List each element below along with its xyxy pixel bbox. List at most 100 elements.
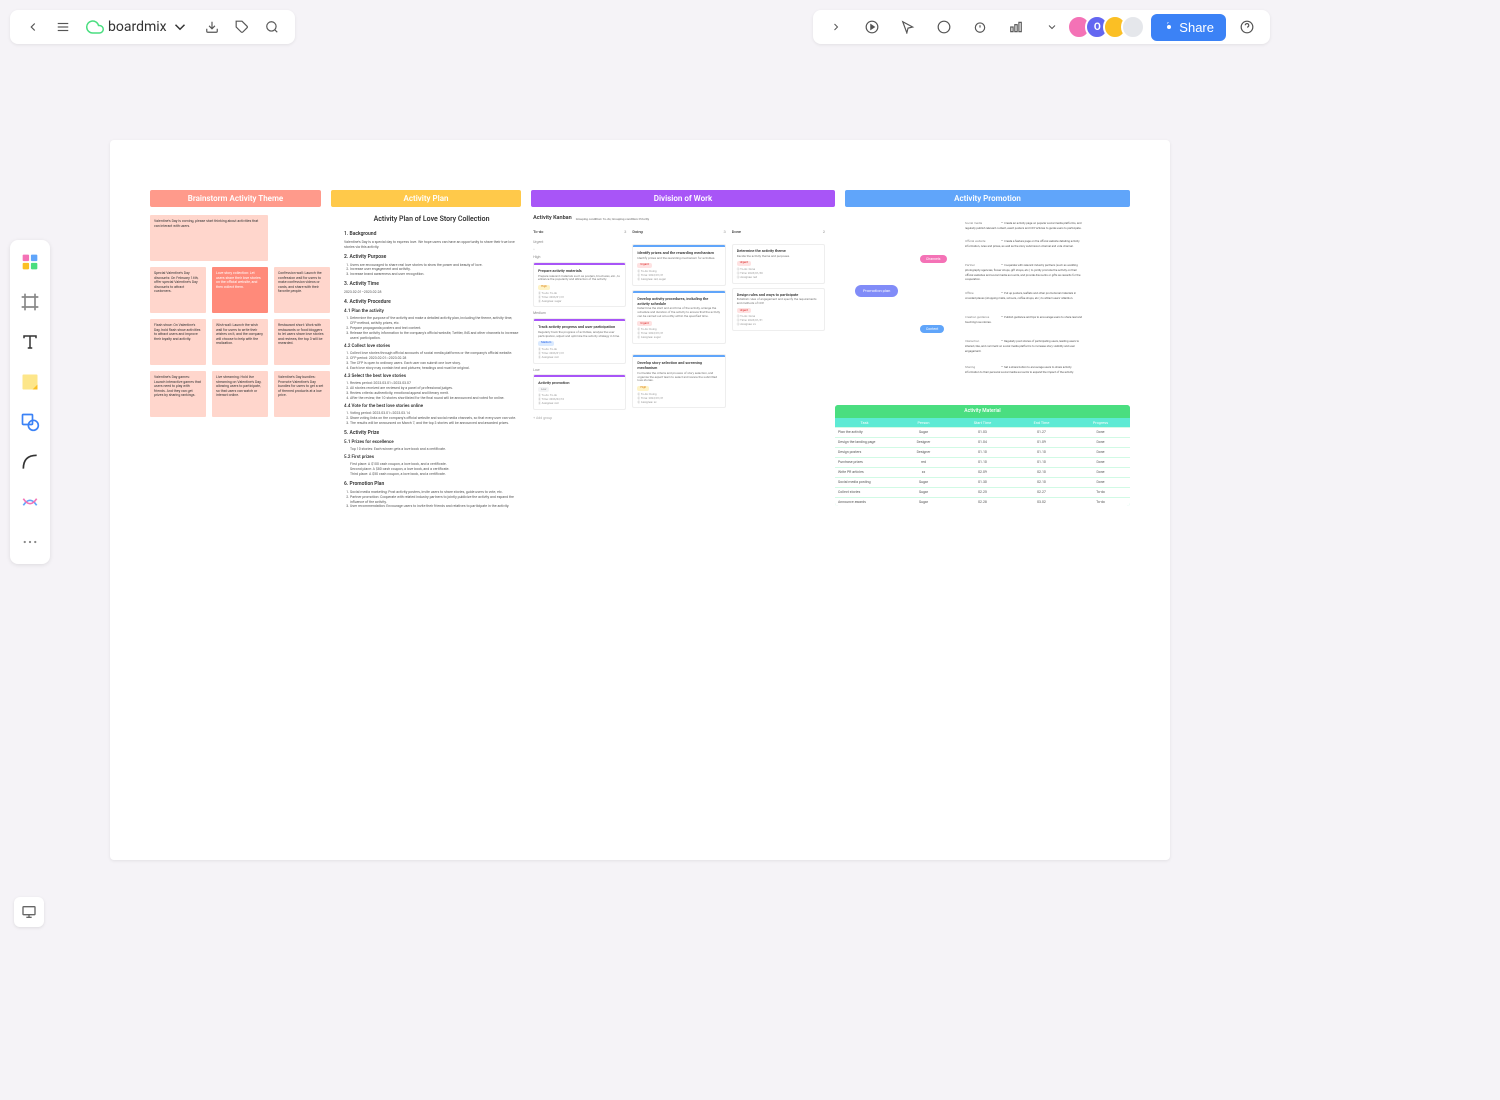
- kanban-card[interactable]: Track activity progress and user partici…: [533, 318, 626, 363]
- kanban-col-head: Done2: [732, 227, 825, 237]
- mm-leaf[interactable]: Offline — Put up posters, leaflets and o…: [965, 291, 1085, 301]
- section-headers: Brainstorm Activity Theme Activity Plan …: [150, 190, 1130, 207]
- share-icon: [1163, 21, 1175, 33]
- avatar[interactable]: [1121, 15, 1145, 39]
- avatars[interactable]: O: [1073, 15, 1145, 39]
- menu-button[interactable]: [48, 12, 78, 42]
- material-row: Plan the activitySugar01.0301.27Done: [835, 427, 1130, 437]
- mm-branch[interactable]: Channels: [920, 255, 947, 263]
- chevron-down-icon: [171, 18, 189, 36]
- kanban-card[interactable]: Identify prizes and the rewarding mechan…: [632, 244, 725, 285]
- tag-button[interactable]: [227, 12, 257, 42]
- cloud-icon: [86, 18, 104, 36]
- mm-leaf[interactable]: Sharing — Set a share button to encourag…: [965, 365, 1085, 375]
- kanban-card[interactable]: Activity promotionLow⦿ To-do: To-do⦿ Tim…: [533, 374, 626, 409]
- kanban-col-todo: To-do3 Urgent + High Prepare activity ma…: [533, 227, 626, 421]
- sticky-note[interactable]: Restaurant short: Work with restaurants …: [274, 319, 330, 365]
- download-button[interactable]: [197, 12, 227, 42]
- plan-list: Voting period: 2023.03.01~2023.03.14Shar…: [344, 411, 519, 426]
- plan-heading: 3. Activity Time: [344, 281, 519, 288]
- sticky-note[interactable]: Love story collection: Let users share t…: [212, 267, 268, 313]
- material-row: Announce awardsSugar02.2803.02To-do: [835, 497, 1130, 507]
- shape-tool[interactable]: [16, 408, 44, 436]
- mm-branch[interactable]: Content: [920, 325, 944, 333]
- canvas[interactable]: Brainstorm Activity Theme Activity Plan …: [110, 140, 1170, 860]
- kanban-card[interactable]: Design rules and ways to participateEsta…: [732, 288, 825, 331]
- material-row: Write PR articlesxx02.0902.10Done: [835, 467, 1130, 477]
- kanban-column: Activity Kanban Grouping condition: To-d…: [533, 215, 825, 509]
- kanban-card[interactable]: Develop story selection and screening me…: [632, 354, 725, 408]
- topbar: boardmix O Share: [10, 10, 1270, 44]
- sticky-note[interactable]: Wish wall: Launch the wish wall for user…: [212, 319, 268, 365]
- plan-list: Collect love stories through official ac…: [344, 351, 519, 371]
- share-label: Share: [1179, 20, 1214, 35]
- mm-leaf[interactable]: Official website — Create a feature page…: [965, 239, 1085, 249]
- sticky-note[interactable]: Flash show: On Valentine's Day, hold fla…: [150, 319, 206, 365]
- plan-heading: 2. Activity Purpose: [344, 254, 519, 261]
- add-group[interactable]: + Add group: [533, 416, 626, 421]
- line-tool[interactable]: [16, 448, 44, 476]
- topbar-left: boardmix: [10, 10, 295, 44]
- brand[interactable]: boardmix: [78, 18, 197, 36]
- kanban-card[interactable]: Prepare activity materialsPrepare releva…: [533, 262, 626, 307]
- expand-button[interactable]: [821, 12, 851, 42]
- plan-text: Valentine's Day is a special day to expr…: [344, 240, 519, 250]
- presentation-button[interactable]: [14, 897, 44, 927]
- section-plan: Activity Plan: [331, 190, 521, 207]
- topbar-right: O Share: [813, 10, 1270, 44]
- chart-button[interactable]: [1001, 12, 1031, 42]
- app-name: boardmix: [108, 19, 167, 35]
- more-button[interactable]: [1037, 12, 1067, 42]
- kanban-group: Medium: [533, 311, 626, 316]
- templates-tool[interactable]: [16, 248, 44, 276]
- comment-button[interactable]: [929, 12, 959, 42]
- more-tools[interactable]: [16, 528, 44, 556]
- sticky-note[interactable]: Live streaming: Hold live streaming on V…: [212, 371, 268, 417]
- cursor-button[interactable]: [893, 12, 923, 42]
- search-button[interactable]: [257, 12, 287, 42]
- mm-leaf[interactable]: Interaction — Regularly post stories of …: [965, 339, 1085, 353]
- share-button[interactable]: Share: [1151, 14, 1226, 41]
- material-row: Collect storiesSugar02.2502.27To-do: [835, 487, 1130, 497]
- plan-subheading: 4.3 Select the best love stories: [344, 374, 519, 380]
- plan-subheading: 4.1 Plan the activity: [344, 309, 519, 315]
- plan-subheading: 5.2 First prizes: [344, 455, 519, 461]
- mm-leaf[interactable]: Partner — Cooperate with relevant indust…: [965, 263, 1085, 282]
- promotion-column: Promotion plan Channels Content Social m…: [835, 215, 1130, 509]
- plan-subheading: 5.1 Prizes for excellence: [344, 440, 519, 446]
- sticky-intro[interactable]: Valentine's Day is coming, please start …: [150, 215, 268, 261]
- section-brainstorm: Brainstorm Activity Theme: [150, 190, 321, 207]
- plan-list: Social media marketing: Post activity po…: [344, 490, 519, 510]
- play-button[interactable]: [857, 12, 887, 42]
- sticky-note[interactable]: Special Valentine's Day discounts: On Fe…: [150, 267, 206, 313]
- frame-tool[interactable]: [16, 288, 44, 316]
- timer-button[interactable]: [965, 12, 995, 42]
- plan-heading: 6. Promotion Plan: [344, 481, 519, 488]
- sticky-note[interactable]: Valentine's Day games: Launch interactiv…: [150, 371, 206, 417]
- sticky-note[interactable]: Valentine's Day bundles: Promote Valenti…: [274, 371, 330, 417]
- sticky-note[interactable]: Confession wall: Launch the confession w…: [274, 267, 330, 313]
- presentation-icon: [21, 904, 37, 920]
- kanban-card[interactable]: Develop activity procedures, including t…: [632, 290, 725, 344]
- plan-heading: 4. Activity Procedure: [344, 299, 519, 306]
- sticky-tool[interactable]: [16, 368, 44, 396]
- plan-list: First place: A $100 cash coupon, a love …: [344, 462, 519, 477]
- section-division: Division of Work: [531, 190, 835, 207]
- mindmap[interactable]: Promotion plan Channels Content Social m…: [835, 215, 1130, 395]
- help-button[interactable]: [1232, 12, 1262, 42]
- text-tool[interactable]: [16, 328, 44, 356]
- connector-tool[interactable]: [16, 488, 44, 516]
- material-row: Design postersDesigner01.1001.10Done: [835, 447, 1130, 457]
- mm-leaf[interactable]: Creation guidance — Publish guidance and…: [965, 315, 1085, 325]
- mm-root[interactable]: Promotion plan: [855, 285, 898, 297]
- kanban-title-text: Activity Kanban: [533, 215, 572, 223]
- mm-leaf[interactable]: Social media — Create an activity page o…: [965, 221, 1085, 231]
- plan-list: Review period: 2023.03.01~2023.03.07All …: [344, 381, 519, 401]
- kanban-card[interactable]: Determine the activity themeDecide the a…: [732, 244, 825, 283]
- back-button[interactable]: [18, 12, 48, 42]
- plan-heading: 5. Activity Prize: [344, 430, 519, 437]
- material-row: Design the landing pageDesigner01.0401.0…: [835, 437, 1130, 447]
- plan-text: 2023.02.01–2023.02.28: [344, 290, 519, 295]
- material-title: Activity Material: [835, 405, 1130, 418]
- kanban-title: Activity Kanban Grouping condition: To-d…: [533, 215, 825, 223]
